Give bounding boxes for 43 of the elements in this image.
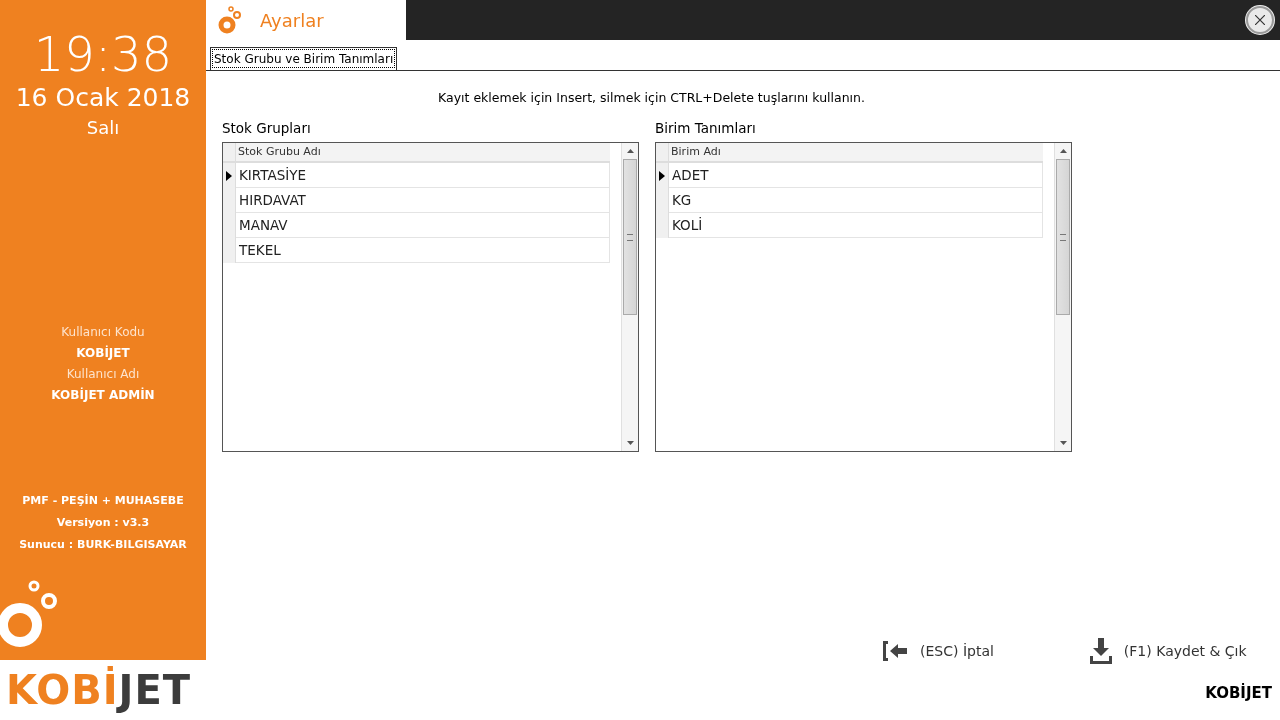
download-icon [1089, 638, 1112, 664]
row-pointer-icon [226, 170, 232, 181]
scrollbar[interactable] [1054, 143, 1071, 451]
table-cell[interactable]: KOLİ [669, 213, 1043, 238]
cancel-button[interactable]: (ESC) İptal [882, 638, 994, 664]
app-info-text: Versiyon : v3.3 [55, 515, 151, 531]
bubbles-icon [218, 6, 242, 34]
exit-arrow-icon [882, 640, 908, 662]
user-label: Kullanıcı Kodu [60, 324, 146, 341]
clock-date: 16 Ocak 2018 [15, 82, 191, 114]
scroll-up-icon[interactable] [1059, 149, 1067, 153]
scroll-down-icon[interactable] [1059, 441, 1067, 445]
user-value: KOBİJET ADMİN [51, 386, 155, 404]
row-header[interactable] [223, 163, 236, 188]
table-cell[interactable]: TEKEL [236, 238, 610, 263]
clock-time: 19:38 [32, 26, 174, 82]
window-title: Ayarlar [260, 9, 324, 31]
save-button[interactable]: (F1) Kaydet & Çık [1089, 638, 1247, 664]
hint-text: Kayıt eklemek için Insert, silmek için CTRL+Delete tuşlarını kullanın. [438, 90, 866, 105]
close-button[interactable] [1246, 6, 1274, 34]
table-cell[interactable]: ADET [669, 163, 1043, 188]
table-cell[interactable]: MANAV [236, 213, 610, 238]
scrollbar[interactable] [621, 143, 638, 451]
clock-day: Salı [15, 114, 191, 142]
tab[interactable]: Stok Grubu ve Birim Tanımları [210, 47, 398, 70]
table-cell[interactable]: KIRTASİYE [236, 163, 610, 188]
row-header[interactable] [656, 163, 669, 188]
user-value: KOBİJET [75, 344, 131, 362]
app-info-text: Sunucu : BURK-BILGISAYAR [19, 537, 187, 553]
close-icon [1255, 15, 1265, 25]
table-cell[interactable]: HIRDAVAT [236, 188, 610, 213]
user-label: Kullanıcı Adı [65, 366, 141, 383]
table-cell[interactable]: KG [669, 188, 1043, 213]
column-header[interactable]: Stok Grubu Adı [236, 143, 321, 161]
scroll-up-icon[interactable] [626, 149, 634, 153]
grid-title: Stok Grupları [222, 120, 312, 136]
column-header[interactable]: Birim Adı [669, 143, 721, 161]
app-info-text: PMF - PEŞİN + MUHASEBE [21, 493, 185, 509]
scroll-down-icon[interactable] [626, 441, 634, 445]
brand-text: KOBİJET [1205, 684, 1273, 704]
grid-title: Birim Tanımları [655, 120, 757, 136]
row-pointer-icon [659, 170, 665, 181]
logo-text: JET [118, 667, 192, 713]
